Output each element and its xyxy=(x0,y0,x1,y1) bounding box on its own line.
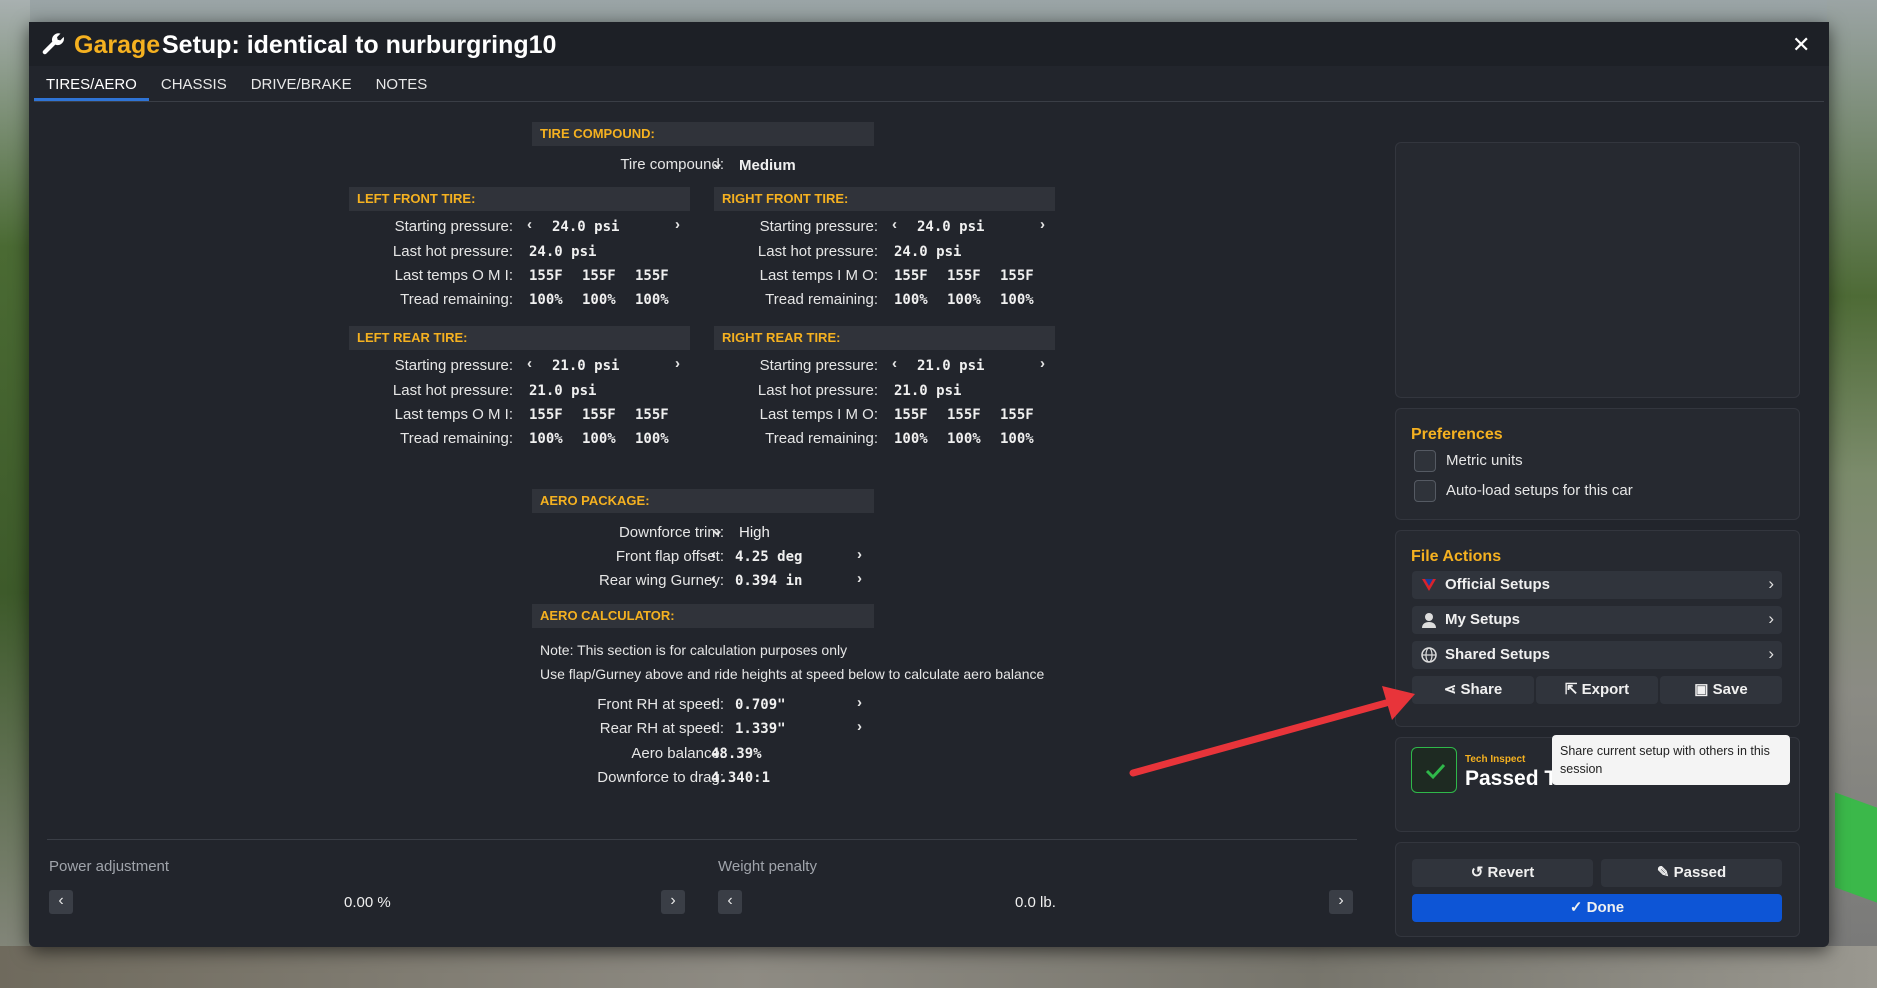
annotation-arrow xyxy=(1129,686,1415,777)
